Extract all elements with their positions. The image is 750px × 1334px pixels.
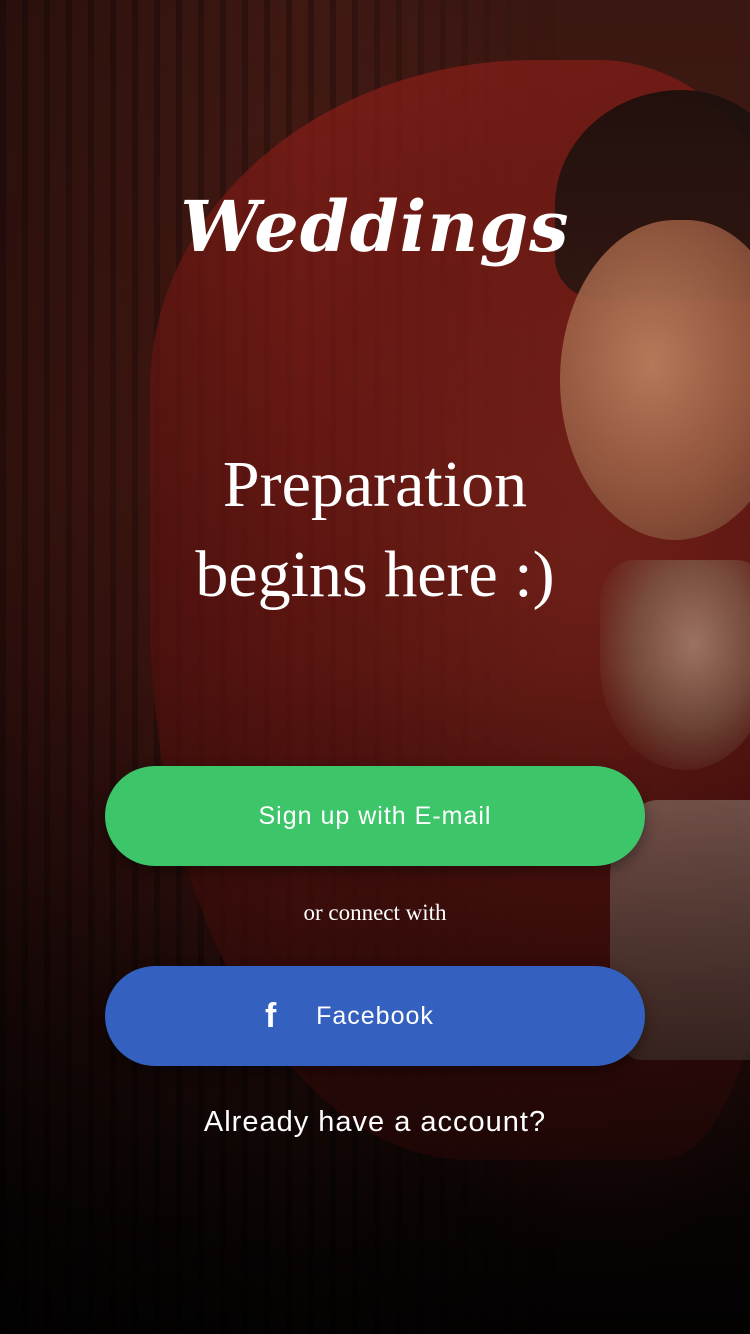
tagline-line-2: begins here :) [195,538,555,611]
app-logo: Weddings [180,185,570,268]
tagline-line-1: Preparation [222,448,528,521]
login-link[interactable]: Already have a account? [0,1106,750,1139]
facebook-label: Facebook [316,1001,434,1030]
tagline: Preparation begins here :) [0,440,750,620]
facebook-login-button[interactable]: f Facebook [105,966,645,1066]
welcome-screen: Weddings Preparation begins here :) Sign… [0,0,750,1334]
email-signup-button[interactable]: Sign up with E-mail [105,766,645,866]
email-signup-label: Sign up with E-mail [258,801,492,830]
facebook-icon: f [265,996,278,1035]
connect-divider-text: or connect with [303,900,447,925]
